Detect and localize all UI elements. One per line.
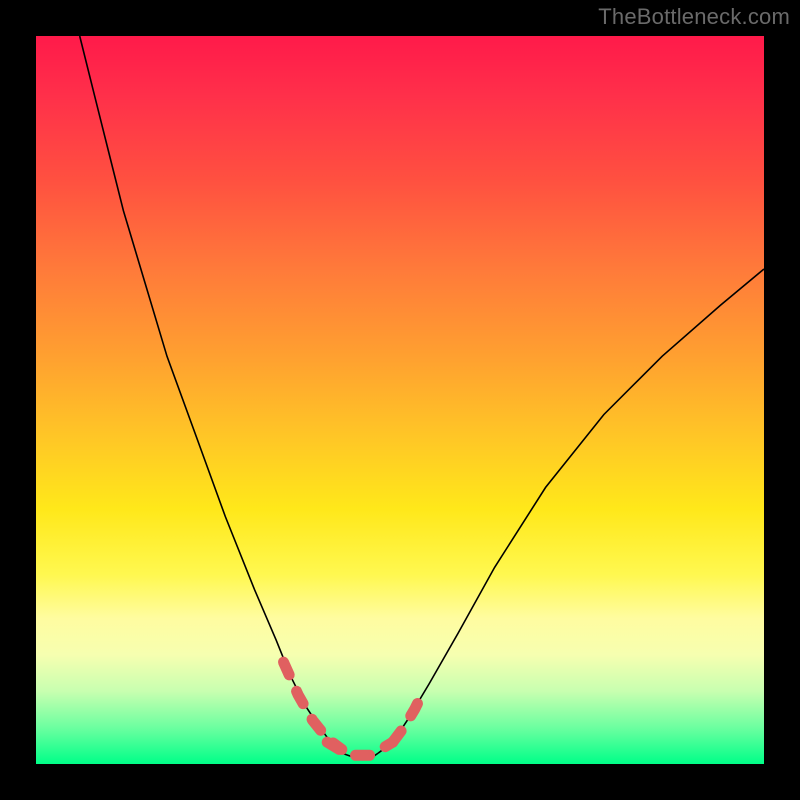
series-curve-right bbox=[378, 269, 764, 753]
chart-gradient-background bbox=[36, 36, 764, 764]
series-highlight-left bbox=[284, 662, 342, 749]
chart-svg bbox=[36, 36, 764, 764]
series-highlight-right bbox=[393, 695, 422, 742]
series-curve-left bbox=[80, 36, 342, 753]
watermark-text: TheBottleneck.com bbox=[598, 4, 790, 30]
series-highlight-bottom bbox=[327, 742, 393, 755]
